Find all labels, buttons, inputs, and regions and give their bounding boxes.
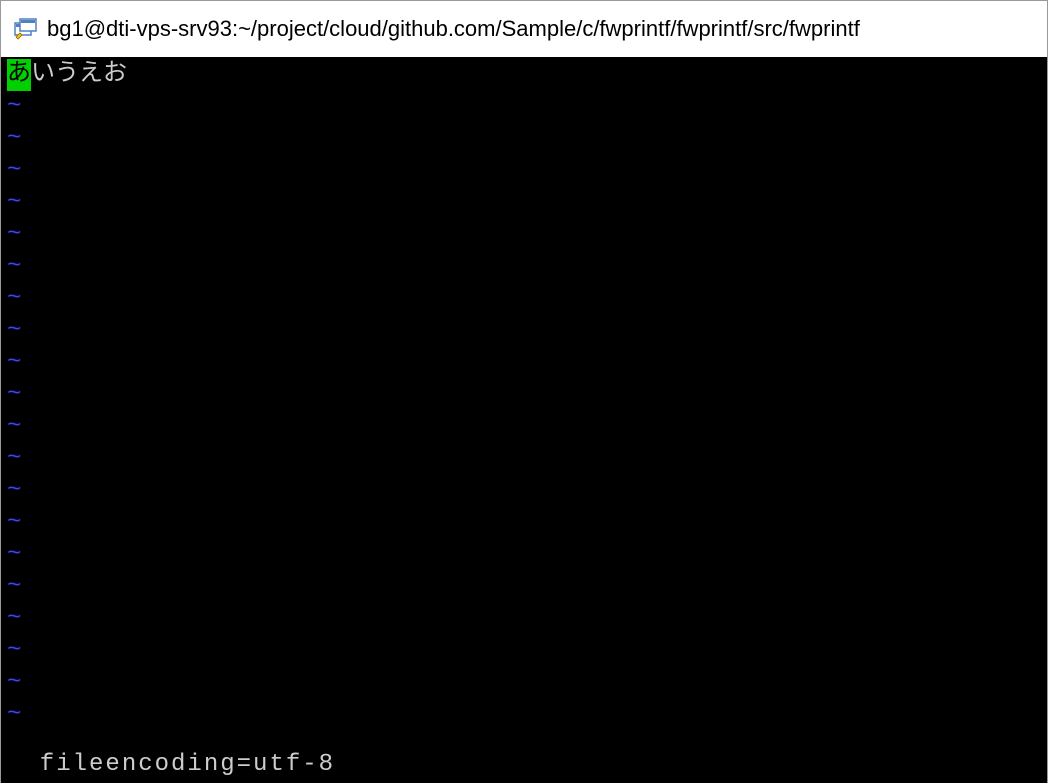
cursor: あ: [7, 59, 31, 91]
content-line: あいうえお: [7, 59, 1041, 91]
empty-line-marker: ~: [7, 411, 1041, 443]
empty-line-marker: ~: [7, 219, 1041, 251]
empty-line-marker: ~: [7, 667, 1041, 699]
status-line: fileencoding=utf-8: [7, 749, 1041, 781]
empty-line-marker: ~: [7, 251, 1041, 283]
line-text: いうえお: [31, 61, 127, 88]
empty-line-marker: ~: [7, 699, 1041, 731]
empty-line-marker: ~: [7, 475, 1041, 507]
putty-icon: [13, 17, 37, 41]
empty-line-marker: ~: [7, 347, 1041, 379]
empty-line-marker: ~: [7, 187, 1041, 219]
empty-line-marker: ~: [7, 379, 1041, 411]
empty-line-marker: ~: [7, 91, 1041, 123]
empty-line-marker: ~: [7, 539, 1041, 571]
window-titlebar: bg1@dti-vps-srv93:~/project/cloud/github…: [1, 1, 1047, 57]
empty-line-marker: ~: [7, 635, 1041, 667]
terminal-viewport[interactable]: あいうえお ~~~~~~~~~~~~~~~~~~~~ fileencoding=…: [1, 57, 1047, 783]
empty-line-marker: ~: [7, 571, 1041, 603]
empty-line-marker: ~: [7, 123, 1041, 155]
empty-line-marker: ~: [7, 315, 1041, 347]
window-title: bg1@dti-vps-srv93:~/project/cloud/github…: [47, 16, 860, 42]
empty-line-marker: ~: [7, 507, 1041, 539]
empty-line-marker: ~: [7, 603, 1041, 635]
empty-line-marker: ~: [7, 283, 1041, 315]
empty-line-marker: ~: [7, 443, 1041, 475]
empty-line-marker: ~: [7, 155, 1041, 187]
